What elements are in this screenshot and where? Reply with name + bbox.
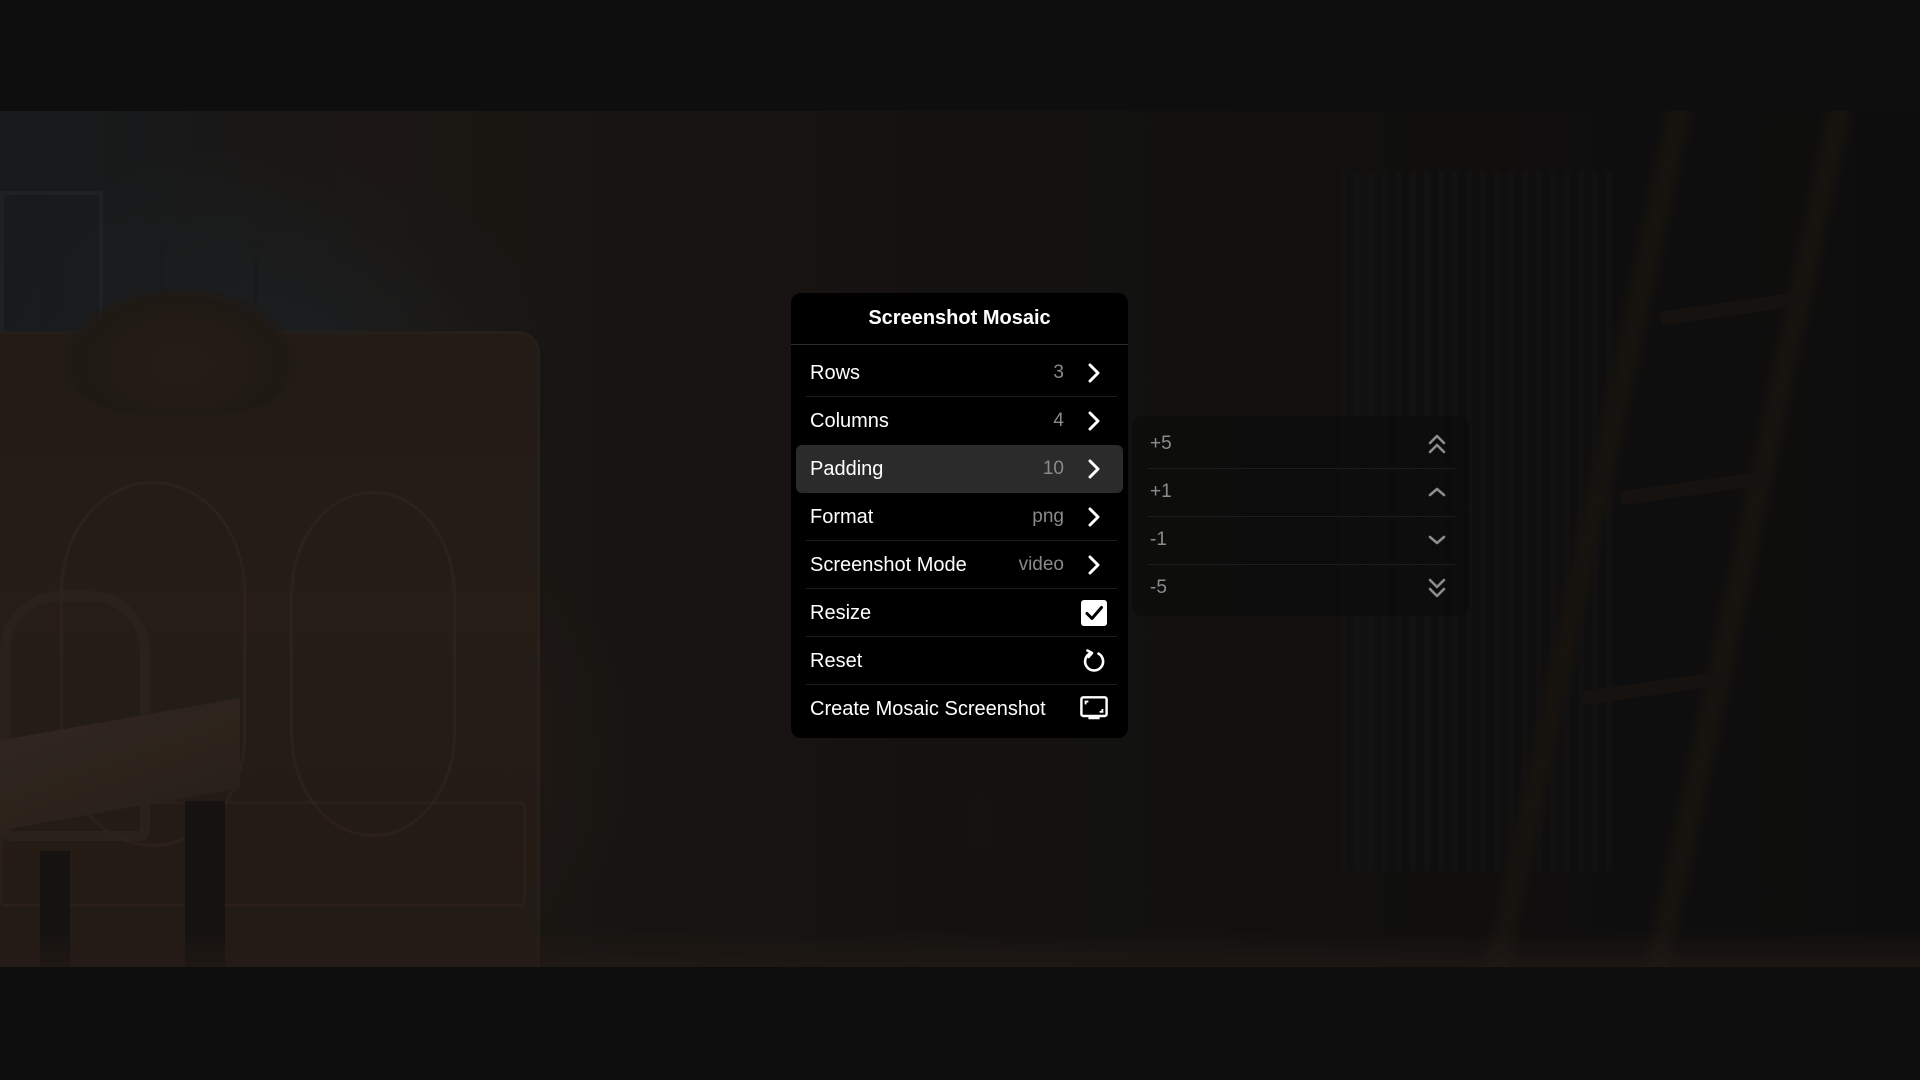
menu-item-columns[interactable]: Columns 4: [796, 396, 1123, 445]
submenu-item-label: +5: [1150, 433, 1172, 454]
menu-item-label: Format: [810, 505, 874, 528]
double-chevron-up-icon: [1425, 432, 1449, 456]
submenu-item-label: -1: [1150, 529, 1167, 550]
chevron-right-icon: [1080, 551, 1108, 579]
menu-item-label: Screenshot Mode: [810, 553, 967, 576]
submenu-item-plus-1[interactable]: +1: [1132, 468, 1469, 516]
chevron-right-icon: [1080, 455, 1108, 483]
screenshot-mosaic-menu: Screenshot Mosaic Rows 3 Columns 4 Paddi…: [791, 293, 1128, 738]
menu-item-label: Columns: [810, 409, 889, 432]
menu-item-label: Reset: [810, 649, 863, 672]
rows-value: 3: [1053, 362, 1064, 383]
padding-value: 10: [1042, 458, 1064, 479]
menu-item-screenshot-mode[interactable]: Screenshot Mode video: [796, 540, 1123, 589]
chevron-down-icon: [1425, 528, 1449, 552]
menu-item-rows[interactable]: Rows 3: [796, 349, 1123, 397]
menu-item-label: Padding: [810, 457, 884, 480]
menu-item-reset[interactable]: Reset: [796, 636, 1123, 685]
menu-list: Rows 3 Columns 4 Padding 10 Format png S…: [791, 345, 1128, 733]
menu-item-padding[interactable]: Padding 10: [796, 445, 1123, 493]
submenu-item-minus-1[interactable]: -1: [1132, 516, 1469, 564]
columns-value: 4: [1053, 410, 1064, 431]
submenu-item-label: -5: [1150, 577, 1167, 598]
chevron-right-icon: [1080, 407, 1108, 435]
menu-item-label: Resize: [810, 601, 872, 624]
double-chevron-down-icon: [1425, 576, 1449, 600]
submenu-item-minus-5[interactable]: -5: [1132, 564, 1469, 612]
format-value: png: [1032, 506, 1064, 527]
screenshot-monitor-icon: [1080, 695, 1108, 723]
checkbox-checked-icon[interactable]: [1080, 599, 1108, 627]
chevron-right-icon: [1080, 359, 1108, 387]
submenu-item-plus-5[interactable]: +5: [1132, 420, 1469, 468]
chevron-up-icon: [1425, 480, 1449, 504]
reset-icon: [1080, 647, 1108, 675]
padding-adjust-submenu: +5 +1 -1 -5: [1132, 416, 1469, 616]
chevron-right-icon: [1080, 503, 1108, 531]
menu-item-label: Rows: [810, 361, 861, 384]
menu-item-create-mosaic-screenshot[interactable]: Create Mosaic Screenshot: [796, 684, 1123, 733]
submenu-item-label: +1: [1150, 481, 1172, 502]
menu-item-label: Create Mosaic Screenshot: [810, 697, 1046, 720]
menu-title: Screenshot Mosaic: [791, 293, 1128, 345]
screenshot-mode-value: video: [1018, 554, 1064, 575]
menu-item-format[interactable]: Format png: [796, 493, 1123, 541]
menu-item-resize[interactable]: Resize: [796, 588, 1123, 637]
